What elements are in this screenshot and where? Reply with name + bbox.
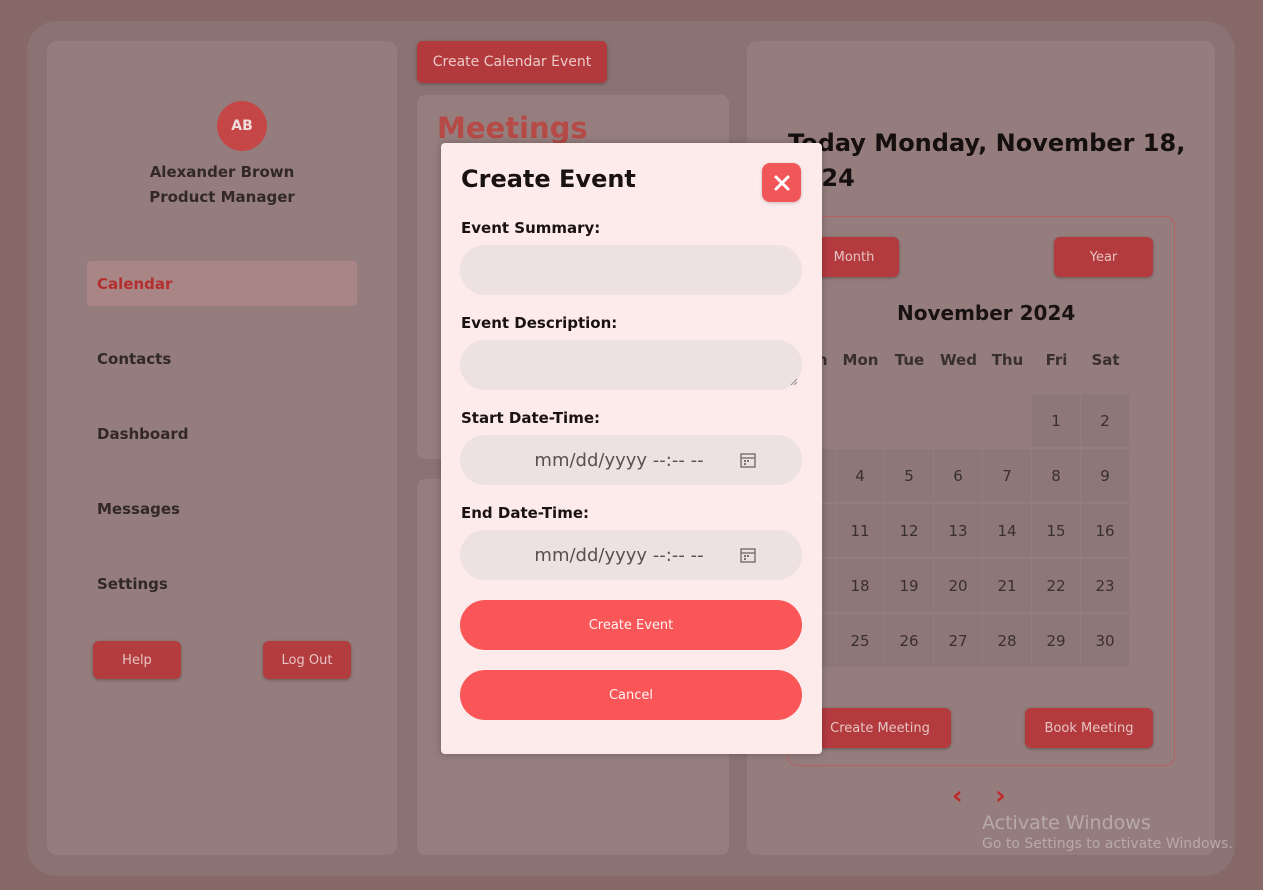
calendar-day[interactable]: 25 xyxy=(836,614,884,667)
calendar-picker-icon[interactable] xyxy=(740,452,756,468)
weekday-label: Mon xyxy=(842,351,879,369)
start-label: Start Date-Time: xyxy=(461,409,600,427)
close-icon xyxy=(774,175,789,190)
calendar-day[interactable]: 8 xyxy=(1032,449,1080,502)
calendar-day[interactable]: 4 xyxy=(836,449,884,502)
calendar-day[interactable]: 21 xyxy=(983,559,1031,612)
calendar-day[interactable]: 26 xyxy=(885,614,933,667)
calendar-day[interactable]: 2 xyxy=(1081,394,1129,447)
start-datetime-input[interactable]: mm/dd/yyyy --:-- -- xyxy=(460,435,802,485)
calendar-day[interactable]: 23 xyxy=(1081,559,1129,612)
event-description-textarea[interactable] xyxy=(460,340,802,390)
meetings-title: Meetings xyxy=(437,111,588,145)
user-role: Product Manager xyxy=(149,188,295,206)
calendar-day[interactable]: 29 xyxy=(1032,614,1080,667)
resize-grip-icon[interactable] xyxy=(790,378,798,386)
calendar-day[interactable]: 9 xyxy=(1081,449,1129,502)
summary-label: Event Summary: xyxy=(461,219,601,237)
calendar-day[interactable]: 14 xyxy=(983,504,1031,557)
month-view-button[interactable]: Month xyxy=(809,237,899,277)
create-event-modal: Create Event Event Summary: Event Descri… xyxy=(441,143,822,754)
end-label: End Date-Time: xyxy=(461,504,589,522)
help-button[interactable]: Help xyxy=(93,641,181,679)
book-meeting-button[interactable]: Book Meeting xyxy=(1025,708,1153,748)
today-heading: Today Monday, November 18, 2024 xyxy=(788,129,1186,192)
create-calendar-event-button[interactable]: Create Calendar Event xyxy=(417,41,607,83)
calendar-day[interactable]: 1 xyxy=(1032,394,1080,447)
calendar-day[interactable]: 30 xyxy=(1081,614,1129,667)
activate-windows-title: Activate Windows xyxy=(982,812,1151,834)
calendar-picker-icon[interactable] xyxy=(740,547,756,563)
create-event-button[interactable]: Create Event xyxy=(460,600,802,650)
calendar-day[interactable]: 12 xyxy=(885,504,933,557)
weekday-label: Thu xyxy=(991,351,1024,369)
calendar-day[interactable]: 27 xyxy=(934,614,982,667)
description-label: Event Description: xyxy=(461,314,618,332)
weekday-label: Wed xyxy=(940,351,977,369)
calendar-day[interactable]: 16 xyxy=(1081,504,1129,557)
calendar-day[interactable]: 7 xyxy=(983,449,1031,502)
sidebar-item-messages[interactable]: Messages xyxy=(87,486,357,531)
calendar-day[interactable]: 11 xyxy=(836,504,884,557)
year-view-button[interactable]: Year xyxy=(1054,237,1153,277)
modal-title: Create Event xyxy=(461,165,636,193)
weekday-label: Sat xyxy=(1091,351,1120,369)
calendar-day[interactable]: 22 xyxy=(1032,559,1080,612)
calendar-day[interactable]: 18 xyxy=(836,559,884,612)
logout-button[interactable]: Log Out xyxy=(263,641,351,679)
calendar-day[interactable]: 6 xyxy=(934,449,982,502)
sidebar-item-settings[interactable]: Settings xyxy=(87,561,357,606)
sidebar: AB Alexander Brown Product Manager Calen… xyxy=(47,41,397,855)
start-datetime-placeholder: mm/dd/yyyy --:-- -- xyxy=(534,449,704,471)
calendar-day[interactable]: 13 xyxy=(934,504,982,557)
end-datetime-input[interactable]: mm/dd/yyyy --:-- -- xyxy=(460,530,802,580)
month-title: November 2024 xyxy=(897,301,1076,325)
calendar-day[interactable]: 5 xyxy=(885,449,933,502)
create-meeting-button[interactable]: Create Meeting xyxy=(809,708,951,748)
calendar-day[interactable]: 19 xyxy=(885,559,933,612)
cancel-button[interactable]: Cancel xyxy=(460,670,802,720)
sidebar-item-calendar[interactable]: Calendar xyxy=(87,261,357,306)
weekday-label: Fri xyxy=(1045,351,1068,369)
end-datetime-placeholder: mm/dd/yyyy --:-- -- xyxy=(534,544,704,566)
user-name: Alexander Brown xyxy=(149,163,295,181)
event-summary-input[interactable] xyxy=(460,245,802,295)
prev-page-button[interactable]: ‹ xyxy=(952,781,963,811)
avatar: AB xyxy=(217,101,267,151)
next-page-button[interactable]: › xyxy=(995,781,1006,811)
activate-windows-subtitle: Go to Settings to activate Windows. xyxy=(982,836,1233,852)
close-button[interactable] xyxy=(762,163,801,202)
sidebar-item-contacts[interactable]: Contacts xyxy=(87,336,357,381)
sidebar-item-dashboard[interactable]: Dashboard xyxy=(87,411,357,456)
weekday-label: Tue xyxy=(894,351,925,369)
calendar-day[interactable]: 28 xyxy=(983,614,1031,667)
calendar-day[interactable]: 20 xyxy=(934,559,982,612)
calendar-day[interactable]: 15 xyxy=(1032,504,1080,557)
